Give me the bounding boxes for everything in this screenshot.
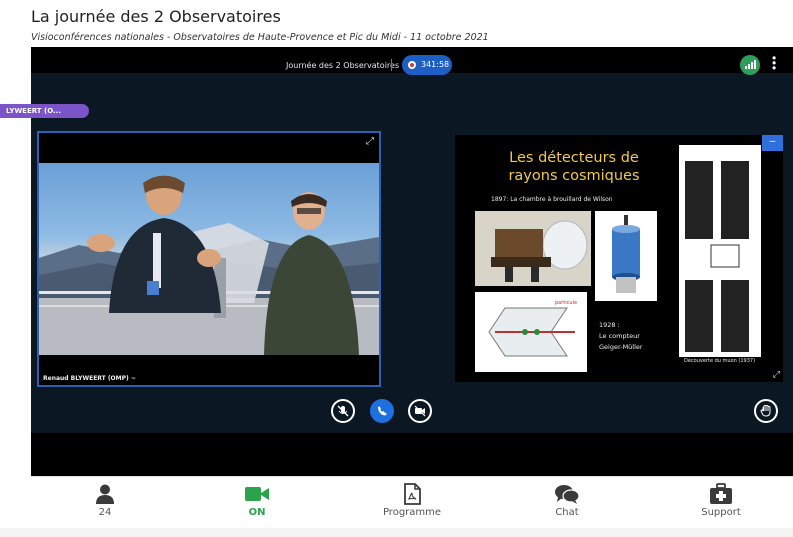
programme-label: Programme <box>382 507 442 518</box>
video-player: Journée des 2 Observatoires 341:58 • • • L… <box>0 47 793 476</box>
mic-off-button[interactable] <box>331 399 355 423</box>
bottom-toolbar: 24 ON Programme Chat Support <box>31 476 793 528</box>
page-title: La journée des 2 Observatoires <box>31 7 281 26</box>
chat-label: Chat <box>555 507 579 518</box>
programme-button[interactable]: Programme <box>372 483 452 518</box>
slide-text-1897: 1897: La chambre à brouillard de Wilson <box>491 196 613 203</box>
speaker-caption: Renaud BLYWEERT (OMP) ~ <box>43 375 136 382</box>
chat-bubbles-icon <box>555 485 580 504</box>
more-vertical-icon[interactable]: • • • <box>772 52 776 74</box>
divider <box>391 59 392 71</box>
slide-caption: Découverte du muon (1937) <box>684 358 756 364</box>
expand-icon[interactable]: ⤢ <box>773 369 780 380</box>
cloud-chamber-photo <box>475 211 591 286</box>
timer-value: 341:58 <box>421 60 450 69</box>
page-subtitle: Visioconférences nationales - Observatoi… <box>31 32 489 43</box>
support-button[interactable]: Support <box>681 483 761 518</box>
video-scene-illustration <box>39 175 379 355</box>
chamber-diagram <box>595 211 657 301</box>
signal-icon[interactable] <box>740 55 760 75</box>
slide-text-1928: 1928 : Le compteur Geiger-Müller <box>599 320 643 353</box>
slide-title-line1: Les détecteurs de <box>509 150 639 166</box>
muon-track-photos <box>679 145 761 357</box>
slide-1928-label: 1928 : <box>599 321 620 329</box>
svg-text:particule: particule <box>555 300 577 306</box>
chat-button[interactable]: Chat <box>527 483 607 518</box>
support-label: Support <box>701 507 741 518</box>
expand-icon[interactable]: ⤢ <box>366 136 374 147</box>
slide-title: Les détecteurs de rayons cosmiques <box>489 149 659 185</box>
minimize-button[interactable]: – <box>762 135 783 151</box>
camera-off-button[interactable] <box>408 399 432 423</box>
pdf-file-icon <box>404 483 421 505</box>
participants-button[interactable]: 24 <box>65 483 145 518</box>
camera-toggle-button[interactable]: ON <box>217 483 297 518</box>
participants-count: 24 <box>98 507 112 518</box>
recording-timer[interactable]: 341:58 <box>402 55 452 75</box>
presentation-slide-tile[interactable]: – Les détecteurs de rayons cosmiques 189… <box>455 135 783 382</box>
slide-title-line2: rayons cosmiques <box>508 168 640 184</box>
speaker-video-tile[interactable]: ⤢ Renaud BLYWEERT (OMP) ~ <box>37 131 381 387</box>
player-bottom-bar <box>31 433 793 476</box>
phone-icon <box>378 406 387 416</box>
mic-off-icon <box>337 405 349 417</box>
geiger-counter-diagram: particule <box>475 292 587 372</box>
medical-kit-icon <box>710 483 732 504</box>
slide-counter-line1: Le compteur <box>599 332 640 340</box>
meeting-title: Journée des 2 Observatoires <box>286 61 400 70</box>
camera-status: ON <box>248 507 266 518</box>
camera-icon <box>245 487 269 501</box>
page-bottom-strip <box>0 528 793 537</box>
raise-hand-icon <box>760 405 771 417</box>
record-icon <box>408 61 416 69</box>
page-header: La journée des 2 Observatoires Visioconf… <box>0 0 793 47</box>
hangup-button[interactable] <box>370 399 394 423</box>
video-off-icon <box>414 405 426 417</box>
raise-hand-button[interactable] <box>754 399 778 423</box>
speaker-video-feed <box>39 163 379 355</box>
presenter-name-pill[interactable]: LYWEERT (O... <box>0 104 89 118</box>
slide-counter-line2: Geiger-Müller <box>599 343 643 351</box>
user-icon <box>96 484 114 504</box>
